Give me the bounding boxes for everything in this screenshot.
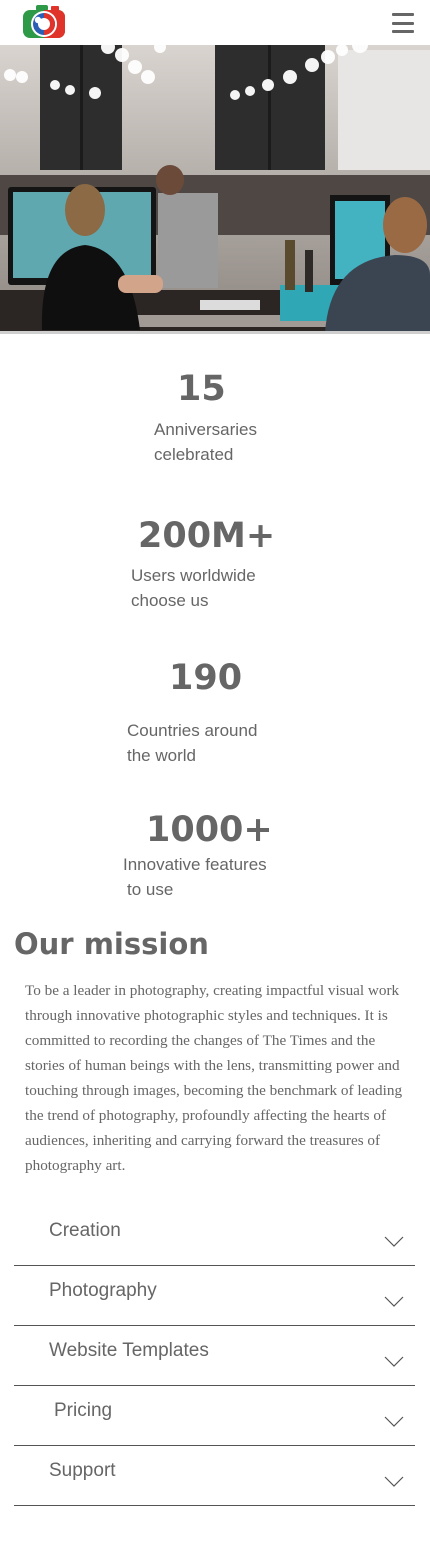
- stat-number: 1000+: [146, 810, 273, 850]
- menu-bar: [392, 30, 414, 33]
- stat-number: 15: [177, 369, 226, 409]
- stat-label-line2: the world: [127, 746, 196, 765]
- stat-number: 190: [169, 658, 243, 698]
- chevron-down-icon[interactable]: [384, 1416, 404, 1428]
- menu-bar: [392, 13, 414, 16]
- stat-label-line1: Anniversaries: [154, 420, 257, 439]
- accordion-label: Support: [49, 1460, 116, 1481]
- accordion-label: Photography: [49, 1280, 157, 1301]
- stat-label-line2: choose us: [131, 591, 209, 610]
- hamburger-menu-icon[interactable]: [392, 13, 414, 33]
- stat-label-line2: celebrated: [154, 445, 234, 464]
- mission-text: To be a leader in photography, creating …: [25, 982, 403, 1174]
- chevron-down-icon[interactable]: [384, 1296, 404, 1308]
- accordion-item-photography[interactable]: Photography: [14, 1266, 415, 1326]
- stat-label-line2: to use: [127, 880, 174, 899]
- chevron-down-icon[interactable]: [384, 1356, 404, 1368]
- office-workspace-photo: [0, 45, 430, 333]
- hero-divider: [0, 331, 430, 334]
- chevron-down-icon[interactable]: [384, 1236, 404, 1248]
- accordion-item-support[interactable]: Support: [14, 1446, 415, 1506]
- accordion-item-website-templates[interactable]: Website Templates: [14, 1326, 415, 1386]
- mission-title: Our mission: [14, 927, 209, 961]
- stat-label-line1: Countries around: [127, 721, 258, 740]
- camera-logo-icon[interactable]: [22, 4, 66, 41]
- accordion-item-creation[interactable]: Creation: [14, 1206, 415, 1266]
- site-header: [0, 0, 430, 45]
- accordion-label: Creation: [49, 1220, 121, 1241]
- stat-label-line1: Users worldwide: [131, 566, 256, 585]
- stat-number: 200M+: [138, 516, 276, 556]
- chevron-down-icon[interactable]: [384, 1476, 404, 1488]
- stat-label-line1: Innovative features: [123, 855, 267, 874]
- hero-image: [0, 45, 430, 333]
- accordion-label: Website Templates: [49, 1340, 209, 1361]
- accordion-label: Pricing: [54, 1400, 113, 1421]
- page: 15 Anniversaries celebrated 200M+ Users …: [0, 0, 430, 1556]
- accordion-item-pricing[interactable]: Pricing: [14, 1386, 415, 1446]
- menu-bar: [392, 21, 414, 25]
